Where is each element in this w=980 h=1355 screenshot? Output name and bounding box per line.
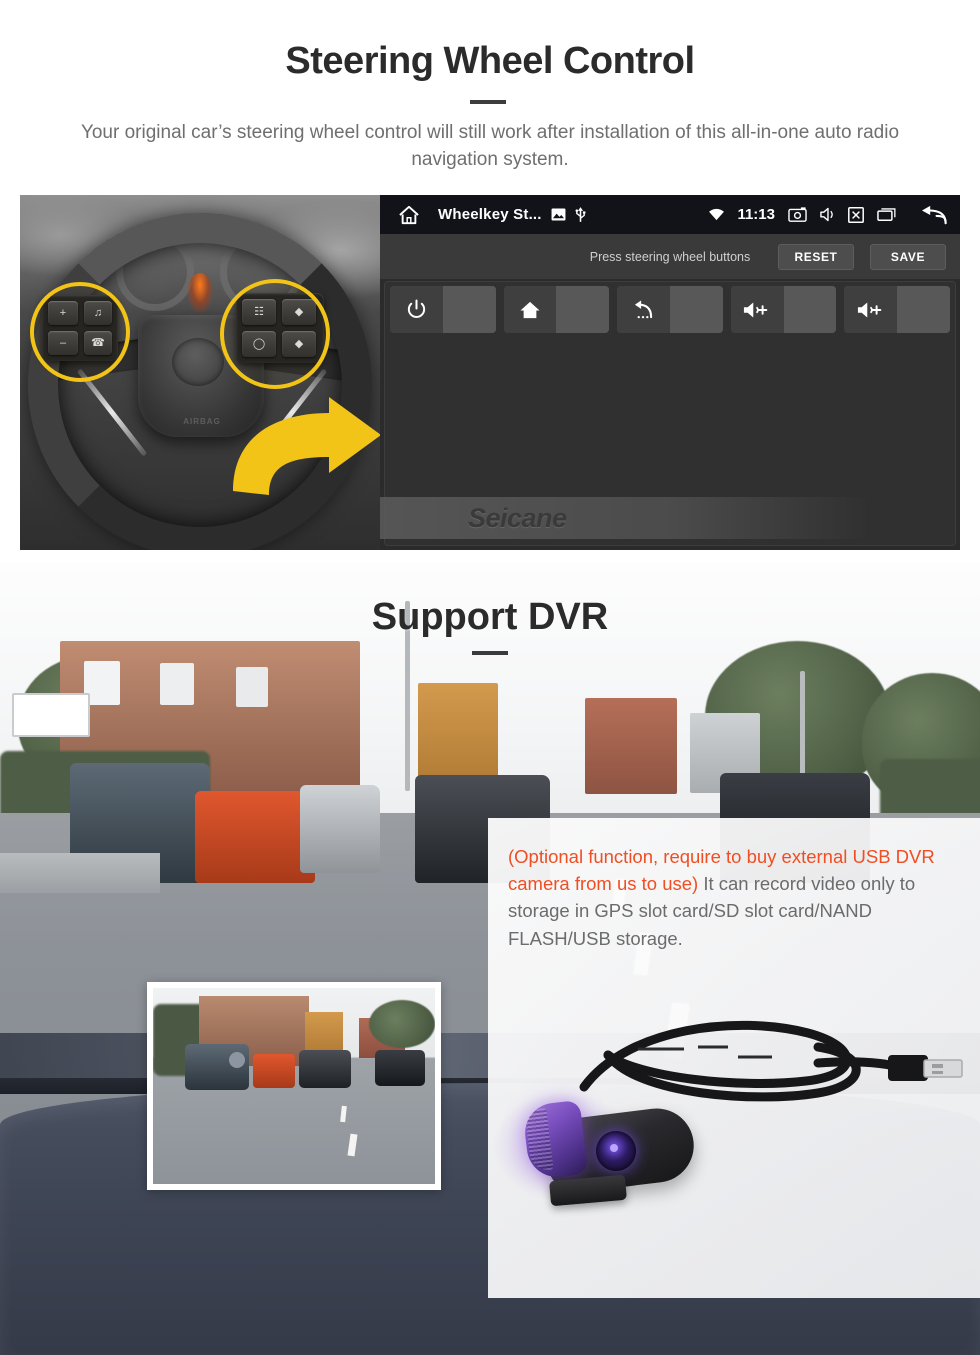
image-icon <box>551 208 566 221</box>
wheelkey-cell-power[interactable] <box>390 286 496 333</box>
volume-up-icon <box>730 286 784 333</box>
dvr-title: Support DVR <box>371 596 609 638</box>
highlight-circle-left <box>30 282 130 382</box>
wheelkey-cell-volume-up-1[interactable] <box>730 286 837 333</box>
window <box>236 667 268 707</box>
wheelkey-value-volume-up-2 <box>897 286 950 333</box>
dvr-description: (Optional function, require to buy exter… <box>508 843 960 952</box>
usb-icon <box>575 206 586 223</box>
spare-tyre <box>229 1052 245 1068</box>
leading-dark-car <box>299 1050 351 1088</box>
head-unit-screen: Wheelkey St... 11:13 Press steering whee… <box>380 195 960 550</box>
wheelkey-cell-back[interactable] <box>617 286 723 333</box>
dvr-title-divider <box>472 651 508 655</box>
steering-media-row: AIRBAG + – ♫ ☎ ☷ ◯ ◆ ◆ Wheelkey St... 11… <box>20 195 960 550</box>
house-center <box>418 683 498 788</box>
lane-dash <box>340 1105 347 1123</box>
home-outline-icon[interactable] <box>394 205 424 225</box>
dvr-info-panel: (Optional function, require to buy exter… <box>488 818 980 1298</box>
window <box>160 663 194 705</box>
dvr-preview-image <box>153 988 435 1184</box>
volume-icon[interactable] <box>820 207 835 222</box>
wheelkey-value-volume-up-1 <box>783 286 837 333</box>
parked-red-car <box>253 1054 295 1088</box>
seicane-watermark: Seicane <box>468 502 567 533</box>
lane-dash <box>347 1133 358 1157</box>
yellow-arrow-icon <box>225 395 380 500</box>
page-title: Steering Wheel Control <box>285 40 695 82</box>
back-return-icon <box>617 286 670 333</box>
wifi-icon <box>708 208 725 221</box>
recents-icon[interactable] <box>877 208 896 221</box>
dvr-recording-preview <box>147 982 441 1190</box>
android-status-bar: Wheelkey St... 11:13 <box>380 195 960 234</box>
home-icon <box>503 286 557 333</box>
wheelkey-toolbar: Press steering wheel buttons RESET SAVE <box>380 234 960 279</box>
parked-black-car <box>375 1050 425 1086</box>
power-icon <box>390 286 443 333</box>
steering-wheel-photo: AIRBAG + – ♫ ☎ ☷ ◯ ◆ ◆ <box>20 195 380 550</box>
wheelkey-value-power <box>442 286 496 333</box>
steering-wheel-control-section: Steering Wheel Control Your original car… <box>0 0 980 563</box>
save-button[interactable]: SAVE <box>870 243 946 270</box>
tree <box>369 1000 435 1048</box>
wheelkey-cell-home[interactable] <box>503 286 610 333</box>
lens-reflection <box>610 1144 618 1152</box>
status-clock: 11:13 <box>737 206 775 223</box>
wheelkey-cell-volume-up-2[interactable] <box>844 286 950 333</box>
steering-wheel-hub-ring <box>172 338 224 386</box>
wheelkey-assignment-row <box>390 286 950 333</box>
for-sale-sign <box>12 693 90 737</box>
support-dvr-section: Support DVR (Optional function, require … <box>0 563 980 1355</box>
wheelkey-value-back <box>669 286 723 333</box>
house-right <box>585 698 677 794</box>
wheelkey-value-home <box>556 286 610 333</box>
title-divider <box>470 100 506 104</box>
highlight-circle-right <box>220 279 330 389</box>
usb-dvr-camera-product-photo <box>488 1003 980 1243</box>
reset-button[interactable]: RESET <box>778 243 854 270</box>
volume-up-icon <box>844 286 898 333</box>
back-arrow-icon[interactable] <box>916 205 948 225</box>
head-unit-watermark-band: Seicane <box>380 497 870 539</box>
page-subtitle: Your original car’s steering wheel contr… <box>80 122 900 170</box>
airbag-label: AIRBAG <box>183 417 221 426</box>
close-box-icon[interactable] <box>848 206 864 223</box>
screenshot-camera-icon[interactable] <box>788 207 807 222</box>
app-title: Wheelkey St... <box>438 206 542 223</box>
